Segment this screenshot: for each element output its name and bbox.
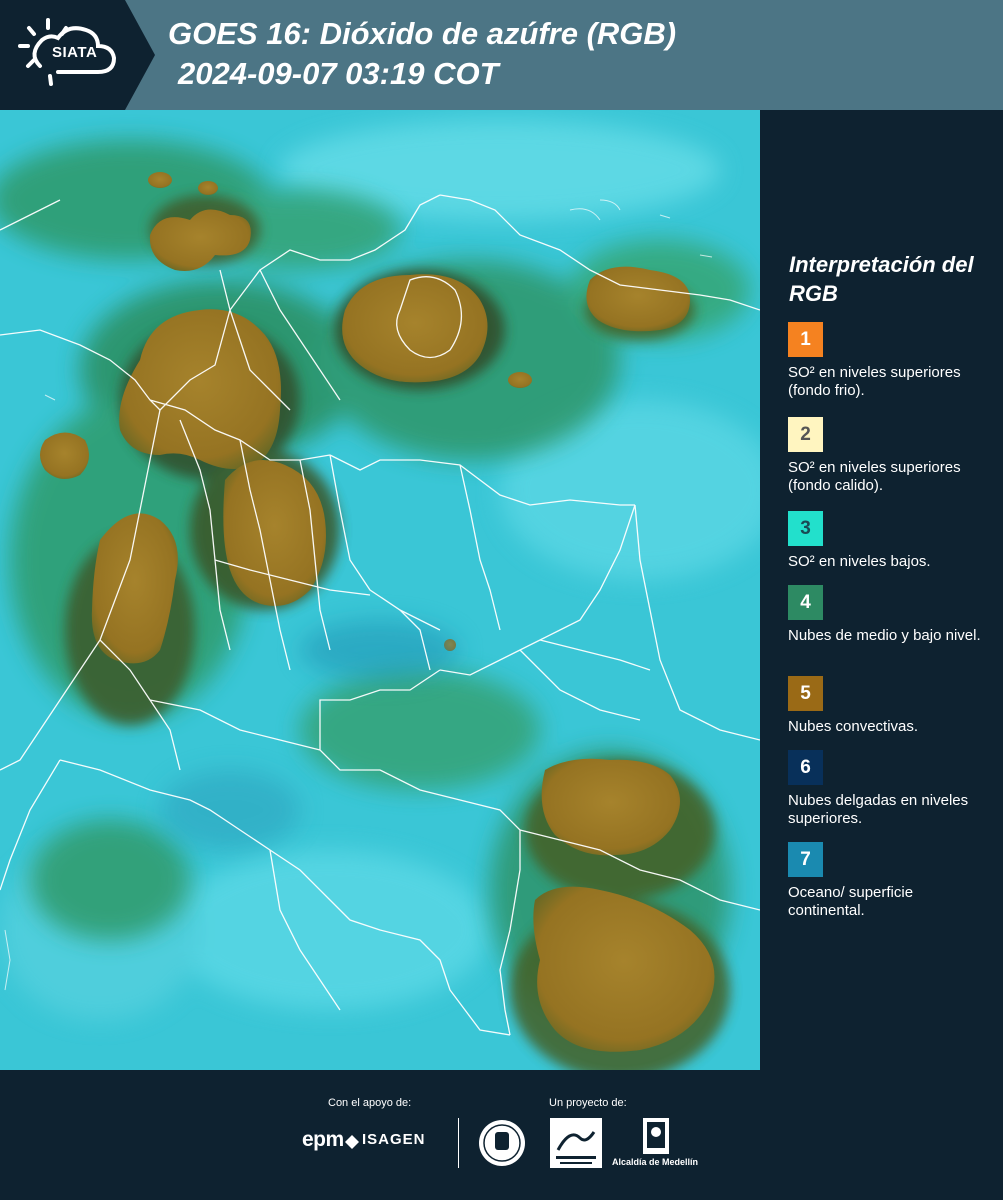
legend-label: Nubes delgadas en niveles superiores. [788, 792, 969, 827]
area-metropolitana-logo[interactable] [550, 1118, 602, 1168]
epm-logo[interactable]: epm [302, 1128, 344, 1152]
footer: Con el apoyo de: Un proyecto de: epm ISA… [0, 1070, 1003, 1200]
legend-title: Interpretación del RGB [789, 252, 974, 306]
project-label: Un proyecto de: [549, 1097, 627, 1109]
siata-logo-text: SIATA [52, 44, 98, 61]
legend-swatch: 2 [788, 417, 823, 452]
legend-swatch: 1 [788, 322, 823, 357]
legend-item: 7 Oceano/ superficie continental. [788, 842, 993, 920]
satellite-rgb-map [0, 110, 760, 1070]
legend-label: Nubes convectivas. [788, 718, 919, 735]
legend-swatch: 6 [788, 750, 823, 785]
title-timestamp: 2024-09-07 03:19 COT [178, 56, 499, 91]
legend-item: 4 Nubes de medio y bajo nivel. [788, 585, 993, 645]
header: SIATA GOES 16: Dióxido de azúfre (RGB) 2… [0, 0, 1003, 110]
alcaldia-medellin-logo[interactable] [641, 1118, 671, 1154]
legend-item: 5 Nubes convectivas. [788, 676, 993, 736]
footer-divider [458, 1118, 459, 1168]
legend-swatch: 5 [788, 676, 823, 711]
isagen-logo [345, 1135, 359, 1149]
medellin-seal[interactable] [477, 1118, 527, 1168]
legend-item: 2 SO² en niveles superiores (fondo calid… [788, 417, 993, 495]
legend-panel: Interpretación del RGB 1 SO² en niveles … [760, 110, 1003, 1070]
satellite-map[interactable] [0, 110, 760, 1070]
legend-item: 1 SO² en niveles superiores (fondo frio)… [788, 322, 993, 400]
isagen-text[interactable]: ISAGEN [362, 1131, 426, 1148]
alcaldia-text: Alcaldía de Medellín [612, 1157, 699, 1167]
page-title: GOES 16: Dióxido de azúfre (RGB) 2024-09… [168, 14, 676, 94]
title-product: GOES 16: Dióxido de azúfre (RGB) [168, 16, 677, 51]
legend-swatch: 4 [788, 585, 823, 620]
legend-label: Nubes de medio y bajo nivel. [788, 627, 981, 644]
siata-logo[interactable]: SIATA [14, 14, 129, 94]
support-label: Con el apoyo de: [328, 1097, 412, 1109]
legend-label: SO² en niveles superiores (fondo frio). [788, 364, 961, 399]
legend-swatch: 3 [788, 511, 823, 546]
legend-item: 3 SO² en niveles bajos. [788, 511, 993, 571]
legend-label: SO² en niveles bajos. [788, 553, 931, 570]
legend-item: 6 Nubes delgadas en niveles superiores. [788, 750, 993, 828]
legend-label: SO² en niveles superiores (fondo calido)… [788, 459, 961, 494]
legend-swatch: 7 [788, 842, 823, 877]
legend-label: Oceano/ superficie continental. [788, 884, 914, 919]
